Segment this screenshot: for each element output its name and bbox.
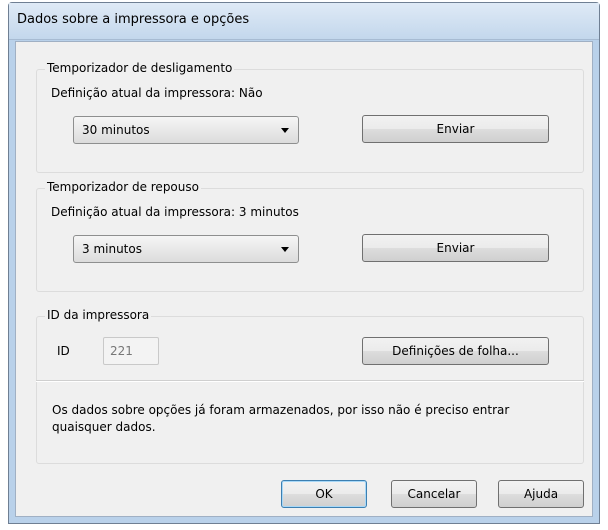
printer-id-legend: ID da impressora bbox=[45, 308, 152, 322]
sleep-send-button[interactable]: Enviar bbox=[362, 234, 549, 262]
shutdown-timer-selected-value: 30 minutos bbox=[82, 123, 150, 137]
ok-button[interactable]: OK bbox=[281, 480, 367, 508]
printer-id-field: 221 bbox=[103, 337, 159, 365]
shutdown-current-setting: Definição atual da impressora: Não bbox=[51, 86, 263, 100]
cancel-button[interactable]: Cancelar bbox=[391, 480, 477, 508]
chevron-down-icon bbox=[281, 128, 289, 133]
dialog-body: Temporizador de desligamento Definição a… bbox=[15, 41, 593, 517]
window-title: Dados sobre a impressora e opções bbox=[17, 12, 250, 27]
shutdown-timer-group: Temporizador de desligamento Definição a… bbox=[36, 61, 584, 173]
sleep-timer-legend: Temporizador de repouso bbox=[45, 180, 201, 194]
id-label: ID bbox=[57, 344, 70, 358]
title-bar[interactable]: Dados sobre a impressora e opções bbox=[9, 3, 599, 40]
shutdown-timer-select[interactable]: 30 minutos bbox=[73, 116, 299, 144]
sleep-timer-group: Temporizador de repouso Definição atual … bbox=[36, 180, 584, 292]
shutdown-timer-legend: Temporizador de desligamento bbox=[45, 61, 235, 75]
printer-id-group: ID da impressora ID 221 Definições de fo… bbox=[36, 308, 584, 464]
sleep-timer-selected-value: 3 minutos bbox=[82, 242, 142, 256]
sleep-current-setting: Definição atual da impressora: 3 minutos bbox=[51, 205, 299, 219]
help-button[interactable]: Ajuda bbox=[498, 480, 584, 508]
shutdown-send-button[interactable]: Enviar bbox=[362, 115, 549, 143]
chevron-down-icon bbox=[281, 247, 289, 252]
sheet-settings-button[interactable]: Definições de folha... bbox=[362, 337, 549, 365]
sleep-timer-select[interactable]: 3 minutos bbox=[73, 235, 299, 263]
options-stored-note: Os dados sobre opções já foram armazenad… bbox=[52, 403, 510, 434]
separator bbox=[36, 380, 584, 382]
printer-options-dialog: Dados sobre a impressora e opções Tempor… bbox=[8, 2, 600, 524]
